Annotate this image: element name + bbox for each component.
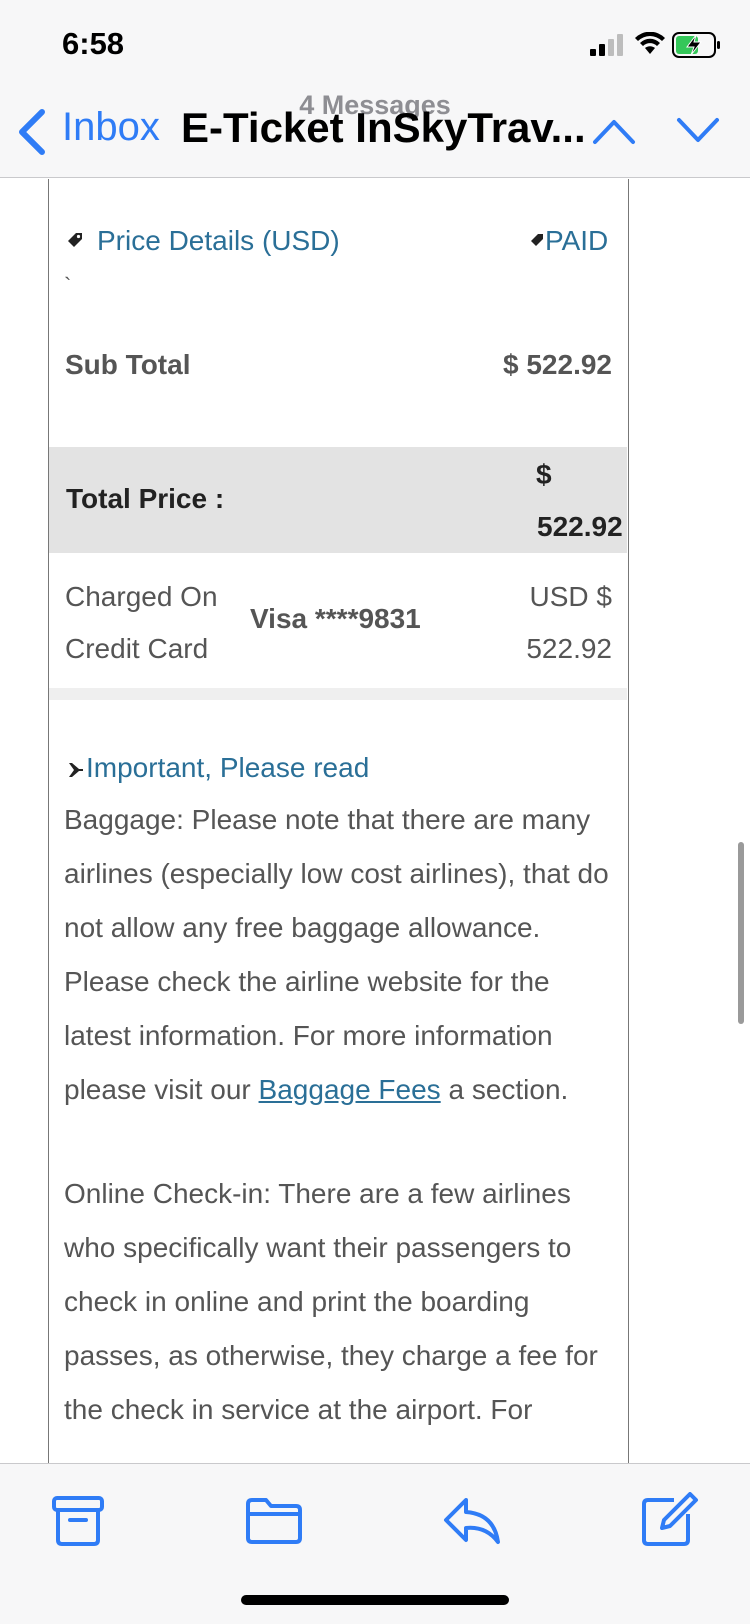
compose-icon[interactable] <box>640 1492 700 1548</box>
important-heading: Important, Please read <box>86 752 370 783</box>
status-time: 6:58 <box>62 26 125 61</box>
credit-card-number: Visa ****9831 <box>250 603 421 634</box>
paid-status: PAID <box>545 225 609 256</box>
baggage-fees-link[interactable]: Baggage Fees <box>259 1074 441 1105</box>
total-price-currency: $ <box>536 459 552 490</box>
subtotal-label: Sub Total <box>65 349 191 380</box>
stray-mark: ` <box>64 273 72 298</box>
paid-tag-icon <box>531 234 543 246</box>
charged-on-label: Charged On Credit Card <box>65 581 218 664</box>
wifi-icon <box>635 32 665 54</box>
charged-amount: USD $ 522.92 <box>526 581 612 664</box>
archive-icon[interactable] <box>48 1492 108 1548</box>
tag-icon <box>68 233 82 247</box>
total-price-row: Total Price : $ 522.92 <box>49 447 627 553</box>
scrollbar[interactable] <box>738 842 744 1024</box>
email-body[interactable]: Price Details (USD) PAID ` Sub Total $ 5… <box>0 179 750 1463</box>
checkin-paragraph: Online Check-in: There are a few airline… <box>64 1167 612 1437</box>
folder-icon[interactable] <box>244 1492 304 1548</box>
email-subject: E-Ticket InSkyTrav... <box>181 104 586 151</box>
subtotal-value: $ 522.92 <box>503 349 612 380</box>
checkin-text: Online Check-in: There are a few airline… <box>64 1178 598 1425</box>
home-indicator[interactable] <box>241 1595 509 1605</box>
total-price-label: Total Price : <box>66 483 225 514</box>
nav-bar: Inbox 4 Messages E-Ticket InSkyTrav... <box>0 90 750 178</box>
next-message-icon[interactable] <box>676 116 720 146</box>
reply-icon[interactable] <box>442 1492 502 1548</box>
baggage-paragraph: Baggage: Please note that there are many… <box>64 793 612 1117</box>
battery-charging-icon <box>672 32 720 58</box>
airplane-icon <box>69 763 83 777</box>
status-bar: 6:58 <box>0 0 750 90</box>
baggage-suffix: a section. <box>440 1074 569 1105</box>
signal-icon <box>590 34 623 56</box>
section-divider <box>49 688 627 700</box>
baggage-text: Baggage: Please note that there are many… <box>64 804 609 1105</box>
previous-message-icon[interactable] <box>592 116 636 146</box>
total-price-value: 522.92 <box>537 511 623 542</box>
price-details-heading: Price Details (USD) <box>97 225 340 256</box>
